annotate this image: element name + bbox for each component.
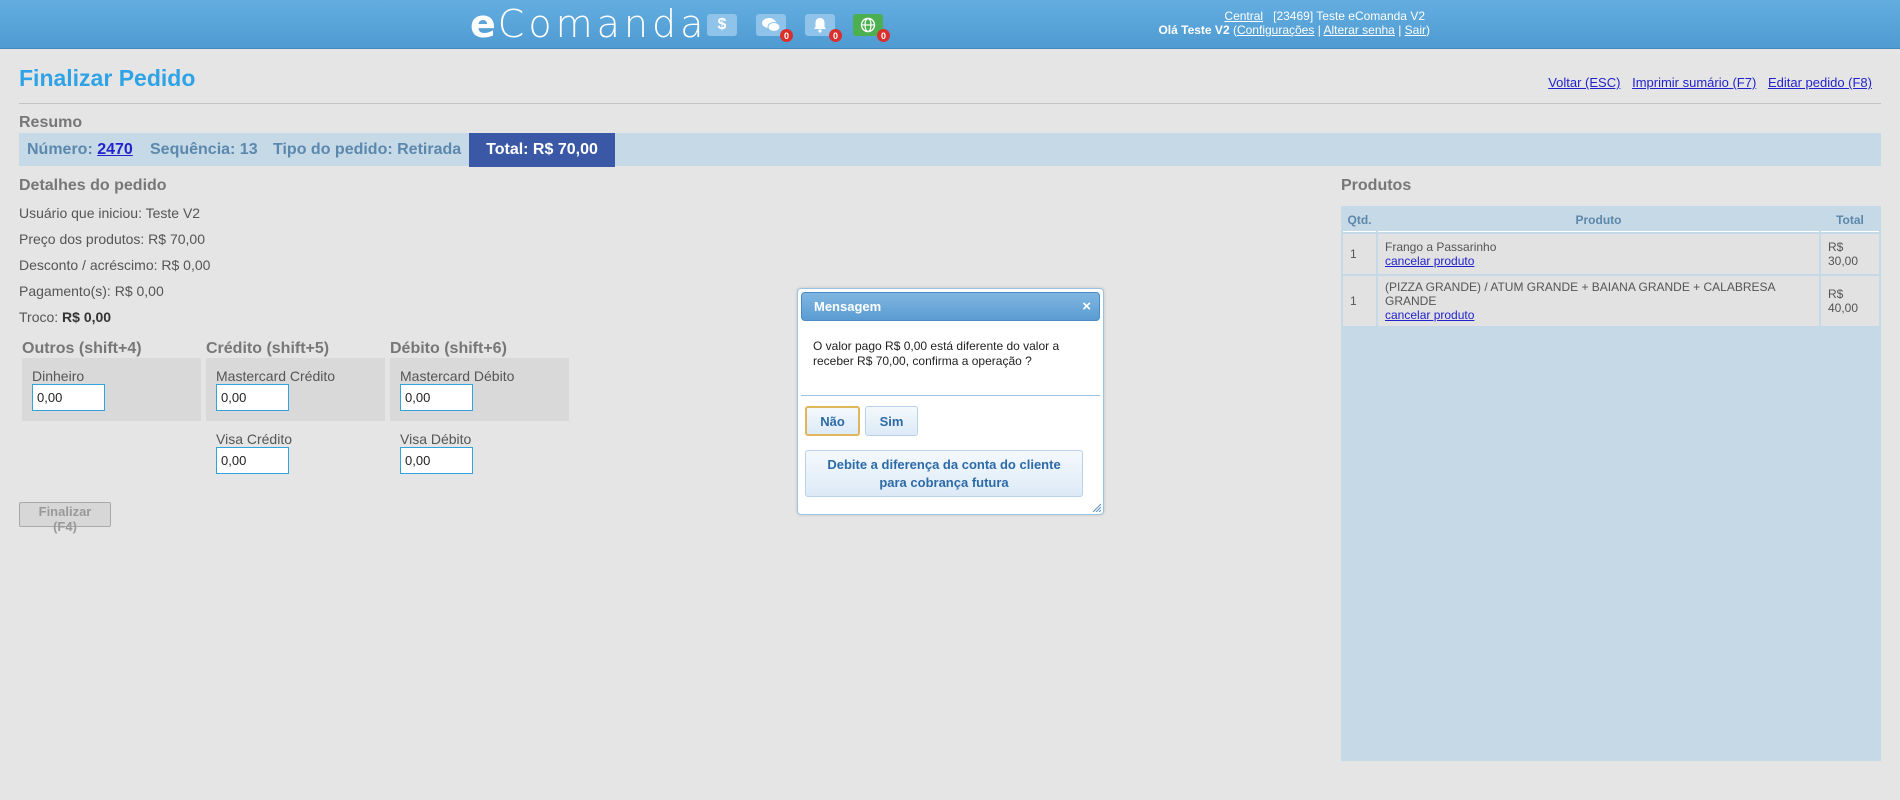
user-info: Central [23469] Teste eComanda V2 Olá Te… [1158, 9, 1430, 37]
product-name: (PIZZA GRANDE) / ATUM GRANDE + BAIANA GR… [1385, 280, 1775, 308]
visa-credit-input[interactable] [216, 447, 289, 474]
mastercard-credit-input[interactable] [216, 384, 289, 411]
order-type: Tipo do pedido: Retirada [273, 141, 462, 158]
no-button[interactable]: Não [805, 406, 860, 436]
logout-link[interactable]: Sair [1405, 23, 1426, 37]
page-title: Finalizar Pedido [19, 65, 196, 91]
visa-debit-label: Visa Débito [400, 431, 472, 447]
details-heading: Detalhes do pedido [19, 177, 167, 194]
products-table: Qtd. Produto Total 1 Frango a Passarinho… [1341, 206, 1881, 328]
dialog-divider [801, 395, 1100, 396]
column-total: Total [1821, 208, 1879, 232]
visa-debit-input[interactable] [400, 447, 473, 474]
chat-badge: 0 [780, 29, 793, 42]
cancel-product-link[interactable]: cancelar produto [1385, 308, 1474, 322]
company-name: [23469] Teste eComanda V2 [1273, 9, 1425, 23]
globe-glyph [860, 17, 876, 33]
user-greeting: Olá Teste V2 [1158, 23, 1230, 37]
logo-name: Comanda [497, 2, 708, 46]
dollar-icon[interactable]: $ [707, 14, 737, 36]
close-icon[interactable]: × [1082, 293, 1091, 320]
divider [19, 103, 1881, 104]
product-name: Frango a Passarinho [1385, 240, 1497, 254]
mastercard-debit-input[interactable] [400, 384, 473, 411]
confirm-dialog: Mensagem × O valor pago R$ 0,00 está dif… [797, 288, 1104, 515]
yes-button[interactable]: Sim [865, 406, 918, 436]
notifications-badge: 0 [829, 29, 842, 42]
detail-user: Usuário que iniciou: Teste V2 [19, 205, 201, 221]
cancel-product-link[interactable]: cancelar produto [1385, 254, 1474, 268]
row-qty: 1 [1343, 276, 1376, 326]
dialog-titlebar[interactable]: Mensagem × [801, 292, 1100, 321]
column-product: Produto [1378, 208, 1819, 232]
row-qty: 1 [1343, 234, 1376, 274]
order-number-link[interactable]: 2470 [97, 141, 133, 158]
detail-discount: Desconto / acréscimo: R$ 0,00 [19, 257, 211, 273]
dialog-message: O valor pago R$ 0,00 está diferente do v… [813, 339, 1060, 368]
products-heading: Produtos [1341, 177, 1412, 194]
order-number-label: Número: [27, 141, 93, 158]
change-password-link[interactable]: Alterar senha [1323, 23, 1394, 37]
order-total: Total: R$ 70,00 [469, 133, 615, 167]
row-total: R$ 30,00 [1821, 234, 1879, 274]
bell-icon[interactable]: 0 [805, 14, 842, 42]
table-row: 1 Frango a Passarinho cancelar produto R… [1343, 234, 1879, 274]
change-value: R$ 0,00 [62, 309, 112, 325]
detail-products-price: Preço dos produtos: R$ 70,00 [19, 231, 206, 247]
row-total-value: 30,00 [1828, 254, 1859, 268]
edit-order-link[interactable]: Editar pedido (F8) [1768, 75, 1872, 90]
debit-difference-button[interactable]: Debite a diferença da conta do cliente p… [805, 450, 1083, 497]
globe-icon[interactable]: 0 [853, 14, 890, 42]
online-badge: 0 [877, 29, 890, 42]
logo-prefix: e [470, 2, 498, 46]
mastercard-credit-label: Mastercard Crédito [216, 368, 336, 384]
back-link[interactable]: Voltar (ESC) [1548, 75, 1620, 90]
order-number: Número: 2470 [27, 133, 133, 166]
detail-change: Troco: R$ 0,00 [19, 309, 111, 325]
row-total-currency: R$ [1828, 287, 1844, 301]
finalize-button[interactable]: Finalizar (F4) [19, 502, 111, 534]
change-label: Troco: [19, 309, 59, 325]
summary-bar: Número: 2470 Sequência: 13 Tipo do pedid… [19, 133, 1881, 167]
others-title: Outros (shift+4) [22, 340, 142, 357]
dialog-title: Mensagem [814, 299, 882, 314]
chat-icon[interactable]: 0 [756, 14, 793, 42]
column-qty: Qtd. [1343, 208, 1376, 232]
chat-glyph [762, 18, 781, 32]
print-summary-link[interactable]: Imprimir sumário (F7) [1632, 75, 1756, 90]
central-link[interactable]: Central [1224, 9, 1263, 23]
sequence: Sequência: 13 [150, 141, 258, 158]
row-product: (PIZZA GRANDE) / ATUM GRANDE + BAIANA GR… [1378, 276, 1819, 326]
cash-label: Dinheiro [32, 368, 85, 384]
row-product: Frango a Passarinho cancelar produto [1378, 234, 1819, 274]
detail-payments: Pagamento(s): R$ 0,00 [19, 283, 164, 299]
config-link[interactable]: Configurações [1237, 23, 1314, 37]
cash-input[interactable] [32, 384, 105, 411]
debit-title: Débito (shift+6) [390, 340, 507, 357]
table-row: 1 (PIZZA GRANDE) / ATUM GRANDE + BAIANA … [1343, 276, 1879, 326]
header-links: Voltar (ESC) Imprimir sumário (F7) Edita… [1540, 75, 1872, 90]
dollar-glyph: $ [717, 16, 727, 33]
row-total: R$ 40,00 [1821, 276, 1879, 326]
visa-credit-label: Visa Crédito [216, 431, 293, 447]
credit-title: Crédito (shift+5) [206, 340, 330, 357]
summary-heading: Resumo [19, 114, 83, 131]
row-total-currency: R$ [1828, 240, 1844, 254]
row-total-value: 40,00 [1828, 301, 1859, 315]
resize-grip-icon[interactable] [1091, 502, 1101, 512]
top-bar: eComanda $ 0 0 0 Central [23469] Teste e… [0, 0, 1900, 49]
bell-glyph [814, 18, 826, 33]
app-logo[interactable]: eComanda [470, 2, 707, 46]
mastercard-debit-label: Mastercard Débito [400, 368, 515, 384]
